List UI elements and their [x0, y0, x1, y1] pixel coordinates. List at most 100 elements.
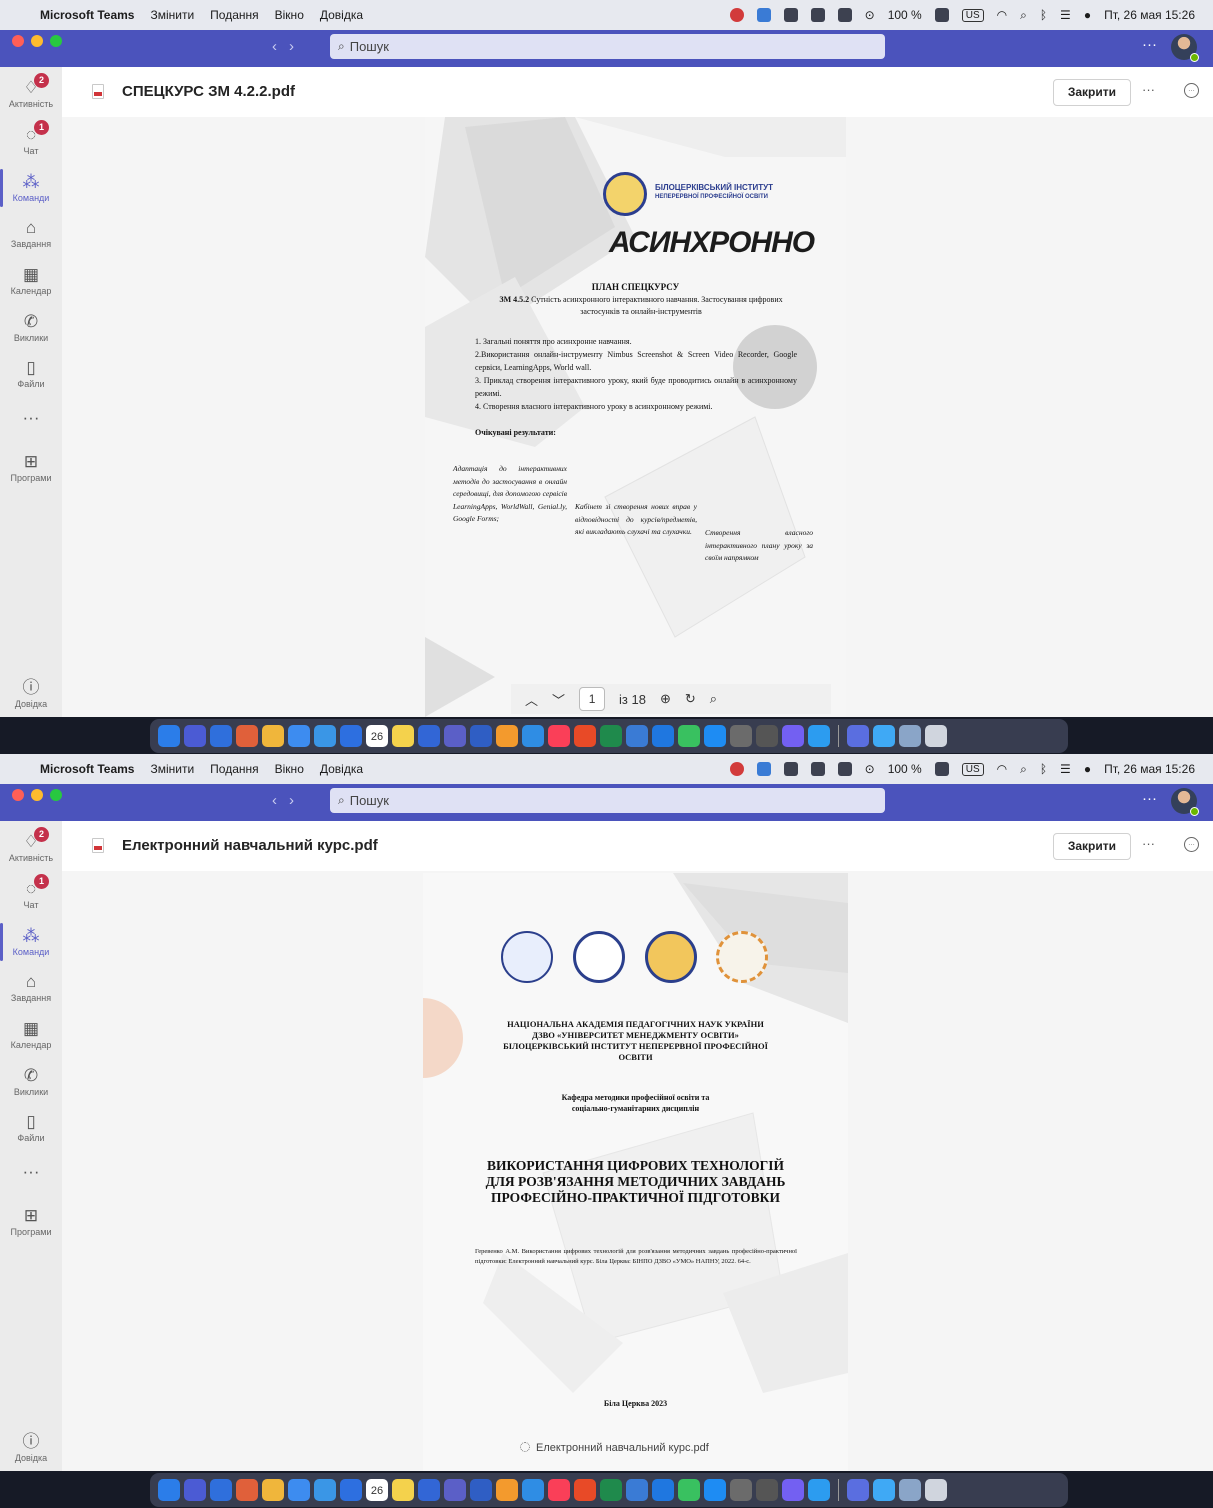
dock-app-icon[interactable]: [678, 725, 700, 747]
dock-app-icon[interactable]: [704, 1479, 726, 1501]
dock-app-icon[interactable]: [262, 725, 284, 747]
dock-app-icon[interactable]: [899, 725, 921, 747]
rail-item-calls[interactable]: ✆ Виклики: [0, 1065, 62, 1097]
rail-item-assignments[interactable]: ⌂ Завдання: [0, 217, 62, 249]
dock-app-icon[interactable]: [600, 725, 622, 747]
dock-app-icon[interactable]: [522, 725, 544, 747]
dock-app-icon[interactable]: [236, 725, 258, 747]
bluetooth-icon[interactable]: ᛒ: [1040, 8, 1047, 22]
menu-app-name[interactable]: Microsoft Teams: [40, 8, 134, 22]
menu-window[interactable]: Вікно: [275, 762, 304, 776]
battery-icon[interactable]: [934, 8, 949, 22]
dock-app-icon[interactable]: [314, 725, 336, 747]
dock-app-icon[interactable]: [899, 1479, 921, 1501]
rail-item-calls[interactable]: ✆ Виклики: [0, 311, 62, 343]
nav-arrows[interactable]: ‹›: [272, 38, 306, 55]
calendar-app-icon[interactable]: 26: [366, 1479, 388, 1501]
minimize-window-icon[interactable]: [31, 789, 43, 801]
dock-app-icon[interactable]: [288, 725, 310, 747]
status-app-icon[interactable]: [756, 8, 771, 22]
zoom-window-icon[interactable]: [50, 789, 62, 801]
dock-app-icon[interactable]: [340, 725, 362, 747]
rail-item-apps[interactable]: ⊞ Програми: [0, 1205, 62, 1237]
dock-app-icon[interactable]: [626, 1479, 648, 1501]
zoom-window-icon[interactable]: [50, 35, 62, 47]
dock-app-icon[interactable]: [756, 1479, 778, 1501]
dock-app-icon[interactable]: [704, 725, 726, 747]
dock-app-icon[interactable]: [262, 1479, 284, 1501]
siri-icon[interactable]: ●: [1084, 8, 1091, 22]
dock-app-icon[interactable]: [678, 1479, 700, 1501]
dock-app-icon[interactable]: [808, 725, 830, 747]
minimize-window-icon[interactable]: [31, 35, 43, 47]
nav-arrows[interactable]: ‹›: [272, 792, 306, 809]
dock-app-icon[interactable]: [756, 725, 778, 747]
status-app-icon[interactable]: [729, 762, 744, 776]
dock-app-icon[interactable]: [730, 725, 752, 747]
play-icon[interactable]: ⊙: [865, 8, 875, 22]
next-page-icon[interactable]: ﹀: [552, 690, 565, 709]
avatar[interactable]: [1171, 34, 1199, 62]
status-app-icon[interactable]: [810, 762, 825, 776]
dock-app-icon[interactable]: [496, 1479, 518, 1501]
page-number-input[interactable]: 1: [579, 687, 606, 711]
rail-item-teams[interactable]: ⁂ Команди: [0, 923, 62, 961]
dock-app-icon[interactable]: [548, 725, 570, 747]
dock-app-icon[interactable]: [847, 1479, 869, 1501]
dock-app-icon[interactable]: [808, 1479, 830, 1501]
status-app-icon[interactable]: [729, 8, 744, 22]
status-app-icon[interactable]: [837, 8, 852, 22]
spotlight-icon[interactable]: ⌕: [1020, 762, 1027, 777]
dock-app-icon[interactable]: [873, 725, 895, 747]
dock-app-icon[interactable]: [418, 1479, 440, 1501]
more-options-icon[interactable]: ···: [1142, 82, 1155, 97]
spotlight-icon[interactable]: ⌕: [1020, 8, 1027, 23]
dock-app-icon[interactable]: [470, 725, 492, 747]
rotate-icon[interactable]: ↻: [685, 691, 696, 707]
dock-app-icon[interactable]: [626, 725, 648, 747]
dock-app-icon[interactable]: [158, 725, 180, 747]
rail-item-activity[interactable]: ♢ 2 Активність: [0, 73, 62, 109]
dock-app-icon[interactable]: [847, 725, 869, 747]
rail-item-activity[interactable]: ♢ 2 Активність: [0, 827, 62, 863]
dock-app-icon[interactable]: [496, 725, 518, 747]
zoom-in-icon[interactable]: ⊕: [660, 691, 671, 707]
rail-item-more[interactable]: ···: [0, 407, 62, 429]
dock-app-icon[interactable]: [925, 1479, 947, 1501]
dock-app-icon[interactable]: [600, 1479, 622, 1501]
more-icon[interactable]: ···: [1142, 36, 1157, 53]
rail-item-chat[interactable]: ◌ 1 Чат: [0, 874, 62, 910]
dock-app-icon[interactable]: [652, 725, 674, 747]
dock-app-icon[interactable]: [444, 1479, 466, 1501]
close-window-icon[interactable]: [12, 35, 24, 47]
control-center-icon[interactable]: ☰: [1060, 762, 1071, 776]
avatar[interactable]: [1171, 788, 1199, 816]
battery-icon[interactable]: [934, 762, 949, 776]
conversation-icon[interactable]: …: [1184, 83, 1199, 98]
wifi-icon[interactable]: ◠: [997, 8, 1007, 22]
menu-app-name[interactable]: Microsoft Teams: [40, 762, 134, 776]
dock-app-icon[interactable]: [782, 725, 804, 747]
dock-app-icon[interactable]: [782, 1479, 804, 1501]
previous-page-icon[interactable]: ︿: [525, 690, 538, 709]
rail-item-more[interactable]: ···: [0, 1161, 62, 1183]
rail-item-apps[interactable]: ⊞ Програми: [0, 451, 62, 483]
dock-app-icon[interactable]: [574, 1479, 596, 1501]
more-options-icon[interactable]: ···: [1142, 836, 1155, 851]
dock-app-icon[interactable]: [470, 1479, 492, 1501]
shield-icon[interactable]: [783, 8, 798, 22]
dock-app-icon[interactable]: [392, 725, 414, 747]
rail-item-assignments[interactable]: ⌂ Завдання: [0, 971, 62, 1003]
menu-view[interactable]: Подання: [210, 8, 258, 22]
menu-edit[interactable]: Змінити: [150, 762, 194, 776]
search-box[interactable]: ⌕ Пошук: [330, 34, 885, 59]
dock-app-icon[interactable]: [548, 1479, 570, 1501]
dock-app-icon[interactable]: [522, 1479, 544, 1501]
rail-item-files[interactable]: ▯ Файли: [0, 1111, 62, 1143]
close-button[interactable]: Закрити: [1052, 79, 1131, 106]
dock-app-icon[interactable]: [184, 1479, 206, 1501]
bluetooth-icon[interactable]: ᛒ: [1040, 762, 1047, 776]
dock-app-icon[interactable]: [873, 1479, 895, 1501]
dock-app-icon[interactable]: [314, 1479, 336, 1501]
status-app-icon[interactable]: [837, 762, 852, 776]
